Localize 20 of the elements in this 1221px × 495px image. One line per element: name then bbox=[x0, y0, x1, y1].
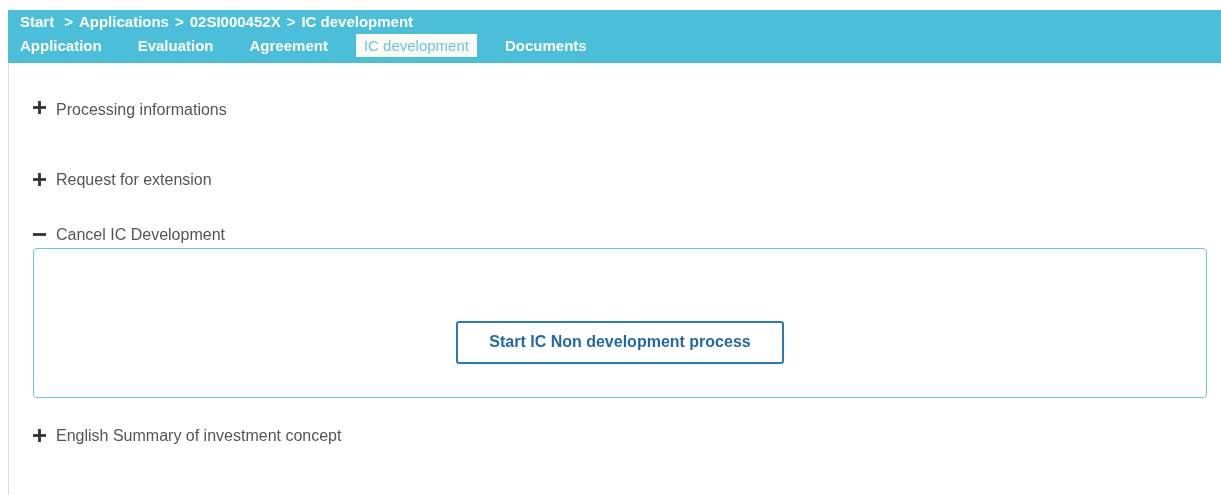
tab[interactable]: Evaluation bbox=[129, 33, 222, 57]
tab[interactable]: Documents bbox=[496, 33, 595, 57]
tab[interactable]: Agreement bbox=[241, 33, 336, 57]
breadcrumb-link[interactable]: Applications bbox=[78, 12, 169, 30]
breadcrumb-link[interactable]: 02SI000452X bbox=[189, 12, 281, 30]
breadcrumb-current: IC development bbox=[301, 12, 414, 30]
breadcrumb-separator: > bbox=[286, 12, 296, 30]
tab[interactable]: Application bbox=[20, 33, 110, 57]
section-title[interactable]: Request for extension bbox=[56, 170, 212, 189]
expand-icon[interactable] bbox=[33, 173, 46, 186]
section-title[interactable]: Processing informations bbox=[56, 101, 227, 119]
section-title[interactable]: English Summary of investment concept bbox=[56, 426, 342, 445]
expand-icon[interactable] bbox=[33, 429, 46, 442]
breadcrumb-link[interactable]: Start bbox=[20, 12, 55, 30]
section-title[interactable]: Cancel IC Development bbox=[56, 225, 225, 244]
start-process-button[interactable]: Start IC Non development process bbox=[456, 320, 784, 364]
breadcrumb-separator: > bbox=[64, 12, 73, 30]
breadcrumb-separator: > bbox=[174, 12, 184, 30]
tab[interactable]: IC development bbox=[355, 33, 477, 57]
expand-icon[interactable] bbox=[33, 101, 46, 114]
